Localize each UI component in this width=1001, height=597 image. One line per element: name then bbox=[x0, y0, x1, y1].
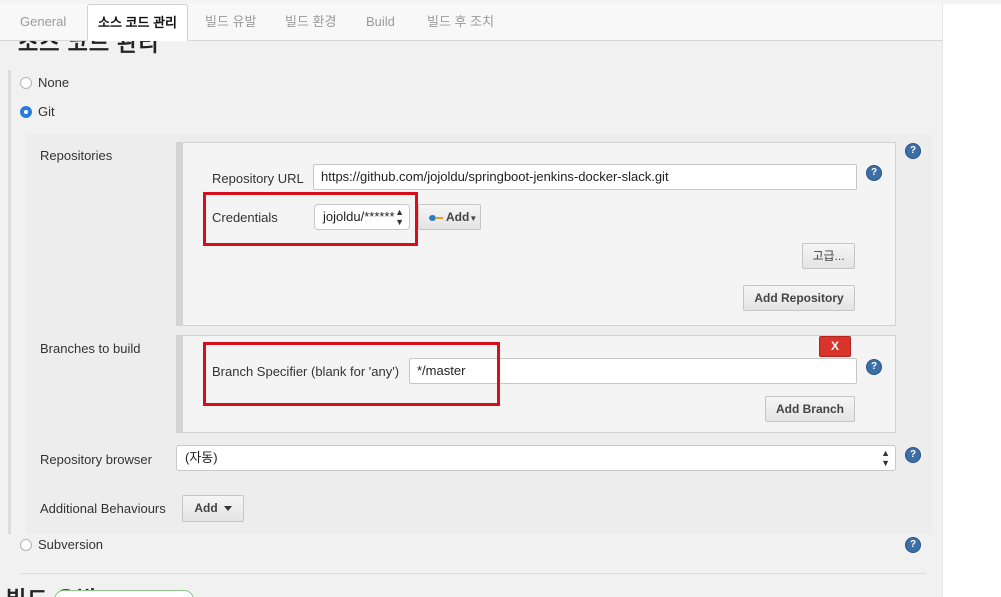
select-arrows-icon: ▲ ▼ bbox=[881, 448, 890, 468]
scm-option-subversion[interactable]: Subversion bbox=[20, 534, 103, 554]
add-credentials-button[interactable]: Add▼ bbox=[418, 204, 481, 230]
section-divider bbox=[20, 573, 926, 574]
branches-label: Branches to build bbox=[40, 341, 141, 356]
delete-branch-button[interactable]: X bbox=[819, 336, 851, 357]
radio-none-label: None bbox=[38, 74, 70, 90]
repository-browser-value: (자동) bbox=[185, 450, 218, 465]
add-credentials-caret-icon: ▼ bbox=[469, 214, 478, 223]
config-main-panel: 소스 코드 관리 General 소스 코드 관리 빌드 유발 빌드 환경 Bu… bbox=[0, 4, 942, 597]
scm-option-none[interactable]: None bbox=[20, 72, 69, 92]
repository-browser-select[interactable]: (자동) ▲ ▼ bbox=[176, 445, 896, 471]
section-left-rule bbox=[8, 70, 11, 534]
tab-build-triggers[interactable]: 빌드 유발 bbox=[195, 4, 266, 40]
scm-option-git[interactable]: Git bbox=[20, 101, 55, 121]
config-tabs: General 소스 코드 관리 빌드 유발 빌드 환경 Build 빌드 후 … bbox=[0, 4, 942, 41]
additional-behaviours-label: Additional Behaviours bbox=[40, 501, 166, 516]
repository-url-input[interactable]: https://github.com/jojoldu/springboot-je… bbox=[313, 164, 857, 190]
radio-git-label: Git bbox=[38, 103, 55, 119]
advanced-button[interactable]: 고급... bbox=[802, 243, 855, 269]
chevron-down-icon bbox=[223, 506, 232, 512]
branch-entry-bar bbox=[177, 336, 183, 432]
right-side-panel bbox=[942, 4, 1001, 597]
tab-post-build[interactable]: 빌드 후 조치 bbox=[417, 4, 504, 40]
tab-build-environment[interactable]: 빌드 환경 bbox=[275, 4, 346, 40]
repository-url-label: Repository URL bbox=[212, 171, 304, 186]
add-behaviour-button[interactable]: Add bbox=[182, 495, 244, 522]
repository-entry-bar bbox=[177, 143, 183, 325]
repository-browser-help-icon[interactable]: ? bbox=[906, 448, 920, 462]
add-behaviour-label: Add bbox=[194, 501, 218, 515]
add-repository-button[interactable]: Add Repository bbox=[743, 285, 855, 311]
tab-scm[interactable]: 소스 코드 관리 bbox=[87, 4, 188, 41]
repository-browser-label: Repository browser bbox=[40, 452, 152, 467]
repository-url-help-icon[interactable]: ? bbox=[867, 166, 881, 180]
subversion-help-icon[interactable]: ? bbox=[906, 538, 920, 552]
credentials-highlight-box bbox=[203, 192, 418, 246]
branch-specifier-help-icon[interactable]: ? bbox=[867, 360, 881, 374]
tab-build[interactable]: Build bbox=[356, 4, 405, 40]
radio-none[interactable] bbox=[20, 76, 32, 89]
repositories-help-icon[interactable]: ? bbox=[906, 144, 920, 158]
key-icon bbox=[429, 214, 443, 221]
add-credentials-label: Add bbox=[446, 210, 470, 224]
radio-subversion-label: Subversion bbox=[38, 536, 104, 552]
tab-general[interactable]: General bbox=[10, 4, 76, 40]
repositories-label: Repositories bbox=[40, 148, 113, 163]
branch-specifier-highlight-box bbox=[203, 342, 500, 406]
partial-green-element bbox=[54, 590, 194, 597]
radio-git[interactable] bbox=[20, 105, 32, 118]
add-branch-button[interactable]: Add Branch bbox=[765, 396, 855, 422]
radio-subversion[interactable] bbox=[20, 538, 32, 551]
